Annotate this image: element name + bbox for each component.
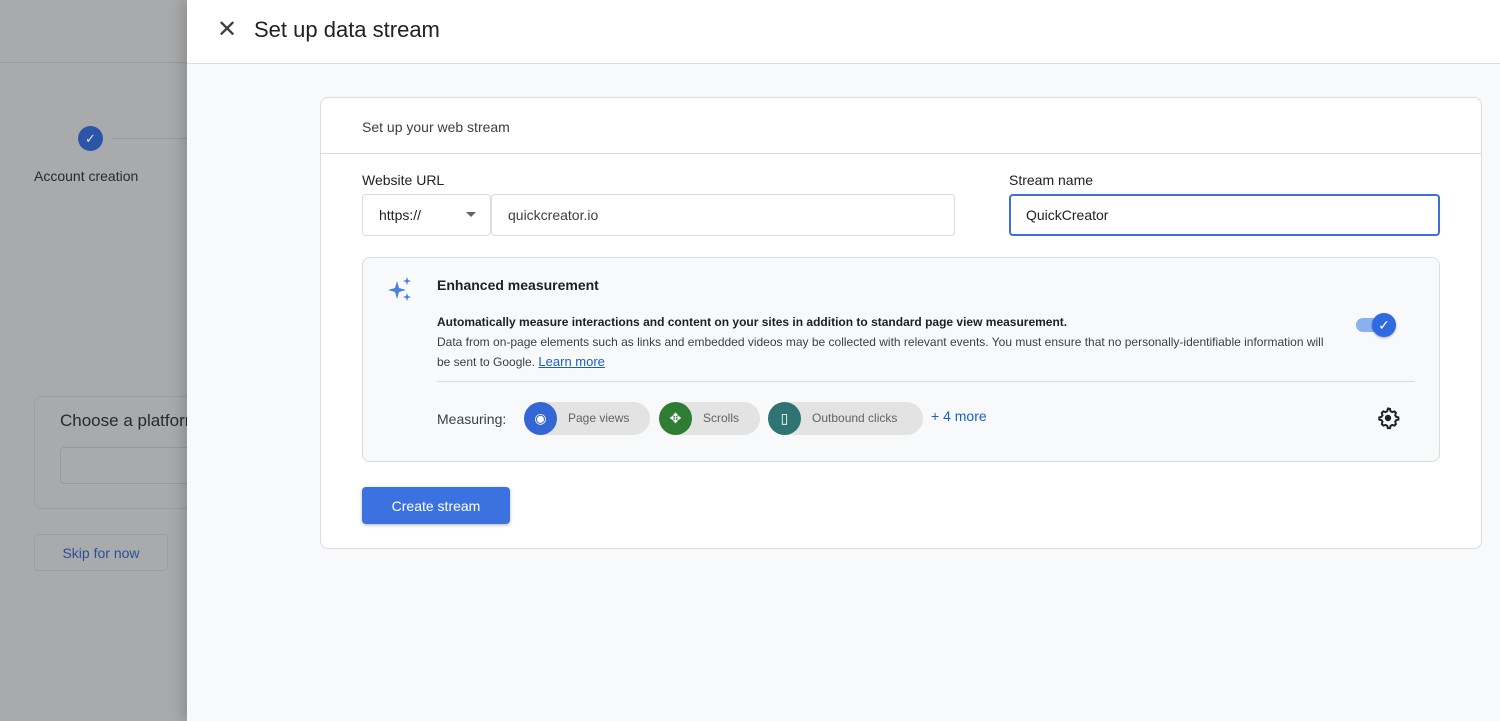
platform-card: Choose a platform — [34, 396, 220, 509]
more-events-link[interactable]: + 4 more — [931, 408, 987, 424]
mouse-icon: ▯ — [768, 402, 801, 435]
platform-card-title: Choose a platform — [60, 411, 199, 430]
chip-scrolls: ✥ Scrolls — [659, 402, 760, 435]
sparkle-icon — [388, 277, 411, 301]
chip-label: Scrolls — [703, 411, 740, 425]
protocol-select[interactable]: https:// — [362, 194, 491, 236]
enhanced-measurement-description: Automatically measure interactions and c… — [437, 312, 1337, 372]
close-icon[interactable]: ✕ — [217, 18, 237, 42]
chip-label: Page views — [568, 411, 630, 425]
website-url-label: Website URL — [362, 172, 445, 188]
stepper-connector — [112, 138, 187, 139]
scroll-arrows-icon: ✥ — [659, 402, 692, 435]
chip-label: Outbound clicks — [812, 411, 898, 425]
enhanced-measurement-section: Enhanced measurement Automatically measu… — [362, 257, 1440, 462]
step-label: Account creation — [34, 168, 139, 184]
setup-data-stream-panel: ✕ Set up data stream Set up your web str… — [187, 0, 1500, 721]
chip-page-views: ◉ Page views — [524, 402, 650, 435]
measuring-label: Measuring: — [437, 411, 507, 427]
panel-header: ✕ Set up data stream — [187, 0, 1500, 64]
panel-title: Set up data stream — [254, 17, 440, 42]
dropdown-arrow-icon — [466, 212, 476, 217]
gear-icon[interactable] — [1376, 406, 1400, 430]
web-stream-card: Set up your web stream Website URL https… — [320, 97, 1482, 549]
divider — [437, 381, 1415, 382]
enhanced-measurement-toggle[interactable]: ✓ — [1356, 313, 1396, 337]
description-lead: Automatically measure interactions and c… — [437, 315, 1068, 329]
enhanced-measurement-title: Enhanced measurement — [437, 277, 599, 293]
background-page: ✓ Account creation Choose a platform Ski… — [0, 0, 220, 721]
skip-for-now-button[interactable]: Skip for now — [34, 534, 168, 571]
eye-icon: ◉ — [524, 402, 557, 435]
chip-outbound-clicks: ▯ Outbound clicks — [768, 402, 923, 435]
card-header: Set up your web stream — [321, 98, 1481, 154]
stream-name-input[interactable]: QuickCreator — [1009, 194, 1440, 236]
learn-more-link[interactable]: Learn more — [538, 354, 604, 369]
stream-name-label: Stream name — [1009, 172, 1094, 188]
protocol-value: https:// — [379, 207, 422, 223]
step-complete-check-icon: ✓ — [78, 126, 103, 151]
divider — [0, 62, 187, 63]
create-stream-button[interactable]: Create stream — [362, 487, 510, 524]
check-icon: ✓ — [1372, 313, 1396, 337]
website-url-input[interactable]: quickcreator.io — [491, 194, 955, 236]
